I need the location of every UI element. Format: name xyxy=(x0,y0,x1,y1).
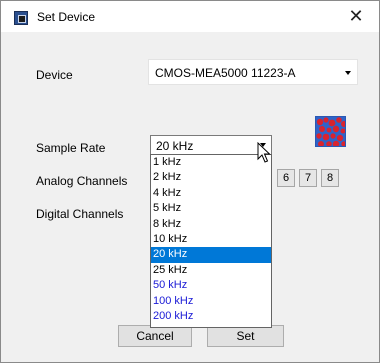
analog-channels-label: Analog Channels xyxy=(36,174,128,188)
dropdown-option[interactable]: 8 kHz xyxy=(151,217,271,232)
dropdown-option[interactable]: 200 kHz xyxy=(151,309,271,324)
set-button[interactable]: Set xyxy=(207,325,284,347)
sample-rate-select-value: 20 kHz xyxy=(156,139,194,153)
digital-channels-label: Digital Channels xyxy=(36,207,124,221)
device-select-value: CMOS-MEA5000 11223-A xyxy=(155,66,296,80)
dropdown-option[interactable]: 5 kHz xyxy=(151,201,271,216)
mouse-cursor-icon xyxy=(257,141,271,167)
dropdown-option[interactable]: 2 kHz xyxy=(151,170,271,185)
device-select[interactable]: CMOS-MEA5000 11223-A xyxy=(148,59,358,85)
cancel-button[interactable]: Cancel xyxy=(118,325,192,347)
dropdown-option-selected[interactable]: 20 kHz xyxy=(151,247,271,263)
dropdown-option[interactable]: 25 kHz xyxy=(151,263,271,278)
dropdown-option[interactable]: 50 kHz xyxy=(151,278,271,293)
sample-rate-label: Sample Rate xyxy=(36,141,106,155)
close-icon[interactable]: ✕ xyxy=(333,1,379,32)
dropdown-option[interactable]: 1 kHz xyxy=(151,155,271,170)
app-icon xyxy=(14,11,28,25)
analog-channel-7-button[interactable]: 7 xyxy=(299,169,317,187)
mea-chip-icon xyxy=(315,116,346,147)
window-title: Set Device xyxy=(37,10,96,24)
chevron-down-icon xyxy=(345,71,351,75)
device-label: Device xyxy=(36,68,73,82)
dropdown-option[interactable]: 100 kHz xyxy=(151,294,271,309)
sample-rate-dropdown-list: 1 kHz 2 kHz 4 kHz 5 kHz 8 kHz 10 kHz 20 … xyxy=(150,154,272,328)
title-bar[interactable]: Set Device ✕ xyxy=(1,1,379,32)
set-device-dialog: Set Device ✕ Device CMOS-MEA5000 11223-A… xyxy=(0,0,380,363)
dropdown-option[interactable]: 10 kHz xyxy=(151,232,271,247)
sample-rate-select[interactable]: 20 kHz xyxy=(150,135,272,155)
analog-channel-6-button[interactable]: 6 xyxy=(277,169,295,187)
analog-channel-8-button[interactable]: 8 xyxy=(321,169,339,187)
dropdown-option[interactable]: 4 kHz xyxy=(151,186,271,201)
